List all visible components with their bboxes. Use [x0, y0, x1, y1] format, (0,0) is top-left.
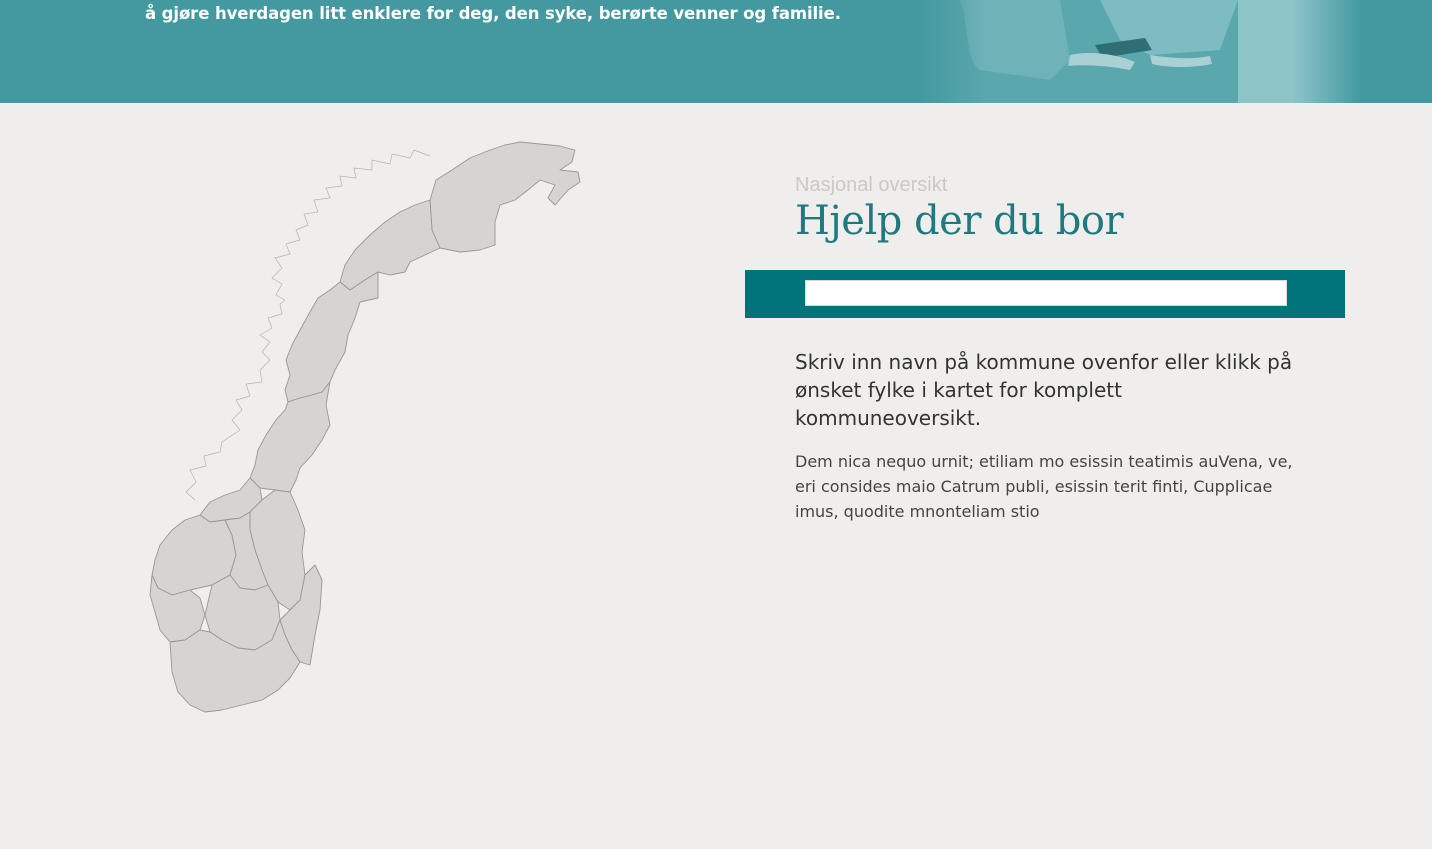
page-title: Hjelp der du bor — [795, 198, 1124, 244]
body-paragraph: Dem nica nequo urnit; etiliam mo esissin… — [795, 452, 1293, 521]
instruction-lead: Skriv inn navn på kommune ovenfor eller … — [795, 350, 1293, 430]
section-eyebrow: Nasjonal oversikt — [795, 174, 948, 196]
county-troms[interactable] — [339, 199, 441, 291]
norway-county-map[interactable] — [140, 135, 590, 720]
county-nordland[interactable] — [284, 271, 379, 403]
hero-photo — [920, 0, 1360, 103]
municipality-search-bar — [745, 270, 1345, 318]
municipality-search-input[interactable] — [805, 280, 1287, 306]
hero-banner: å gjøre hverdagen litt enklere for deg, … — [0, 0, 1432, 103]
county-finnmark[interactable] — [429, 141, 581, 253]
hero-tagline: å gjøre hverdagen litt enklere for deg, … — [145, 4, 841, 23]
